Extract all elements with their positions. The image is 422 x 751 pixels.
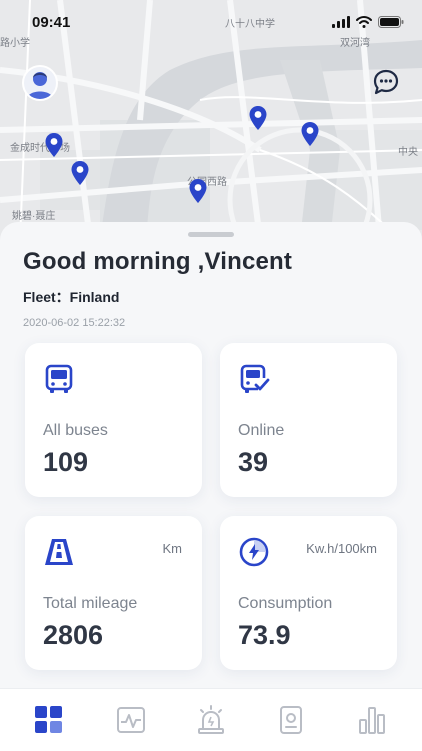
road-icon: [45, 539, 73, 565]
cellular-signal-icon: [332, 16, 350, 28]
card-unit: Kw.h/100km: [306, 541, 377, 556]
card-value: 39: [238, 447, 269, 477]
drag-handle[interactable]: [188, 232, 234, 237]
chat-button[interactable]: [372, 68, 400, 96]
user-avatar-icon: [27, 72, 53, 99]
dashboard-sheet[interactable]: Good morning ,Vincent Fleet：Finland 2020…: [0, 222, 422, 692]
card-value: 109: [43, 447, 89, 477]
card-value: 2806: [43, 620, 104, 650]
avatar[interactable]: [22, 65, 58, 101]
alarm-icon[interactable]: [196, 705, 226, 735]
energy-icon: [239, 537, 269, 567]
card-unit: Km: [162, 541, 183, 556]
wifi-icon: [356, 16, 372, 28]
card-consumption[interactable]: Kw.h/100km Consumption 73.9: [220, 516, 397, 670]
greeting-title: Good morning ,Vincent: [23, 248, 293, 275]
map-label: 中央: [398, 147, 418, 158]
card-all-buses[interactable]: All buses 109: [25, 343, 202, 497]
card-online[interactable]: Online 39: [220, 343, 397, 497]
card-label: All buses: [43, 422, 108, 439]
map-view[interactable]: 八十八中学 双河湾 路小学 金成时代广场 中央 公园西路 姚碧·聂庄 09:41: [0, 0, 422, 240]
map-pin-icon[interactable]: [70, 160, 90, 186]
bottom-tab-bar: [0, 688, 422, 751]
battery-icon: [378, 16, 404, 28]
card-value: 73.9: [238, 620, 291, 650]
map-pin-icon[interactable]: [44, 132, 64, 158]
status-time: 09:41: [32, 13, 71, 31]
device-icon[interactable]: [276, 705, 306, 735]
status-bar: 09:41: [0, 0, 422, 44]
map-pin-icon[interactable]: [248, 105, 268, 131]
monitor-icon[interactable]: [116, 705, 146, 735]
status-icons: [332, 16, 404, 28]
card-label: Consumption: [238, 595, 333, 612]
bus-icon: [45, 364, 73, 393]
bus-online-icon: [240, 364, 270, 393]
card-label: Online: [238, 422, 285, 439]
card-label: Total mileage: [43, 595, 138, 612]
chat-bubble-icon: [373, 69, 399, 95]
timestamp: 2020-06-02 15:22:32: [23, 317, 126, 329]
dashboard-icon[interactable]: [34, 705, 64, 735]
card-total-mileage[interactable]: Km Total mileage 2806: [25, 516, 202, 670]
map-pin-icon[interactable]: [300, 121, 320, 147]
map-label: 姚碧·聂庄: [12, 211, 56, 222]
statistics-icon[interactable]: [357, 705, 387, 735]
map-pin-icon[interactable]: [188, 178, 208, 204]
fleet-label: Fleet：Finland: [23, 289, 120, 305]
